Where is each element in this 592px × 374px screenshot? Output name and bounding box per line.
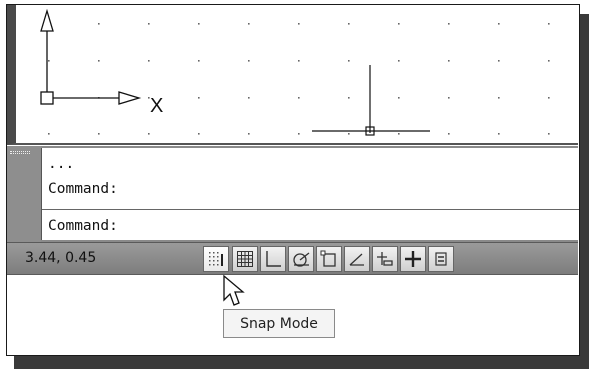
grid-dot (498, 60, 500, 62)
grid-dot (548, 23, 550, 25)
grid-dot (448, 97, 450, 99)
dynamic-input-button[interactable] (400, 246, 426, 272)
snap-mode-icon (209, 252, 223, 266)
grid-dot (348, 133, 350, 135)
grid-dot (148, 60, 150, 62)
grid-dot (548, 97, 550, 99)
grid-dot (448, 133, 450, 135)
grid-dot (298, 23, 300, 25)
coordinate-display[interactable]: 3.44, 0.45 (25, 250, 96, 266)
grid-dot (248, 60, 250, 62)
grid-dot (398, 133, 400, 135)
command-history-line: ... (48, 156, 75, 172)
grid-dot (198, 23, 200, 25)
grid-dot (148, 23, 150, 25)
object-snap-button[interactable] (316, 246, 342, 272)
grid-dot (348, 97, 350, 99)
grid-display-button[interactable] (232, 246, 258, 272)
grid-display-icon (237, 251, 253, 267)
polar-tracking-icon (293, 252, 310, 267)
drawing-svg: X (40, 8, 550, 136)
grid-dot (48, 60, 50, 62)
grid-dot (398, 23, 400, 25)
grid-dot (198, 97, 200, 99)
dynamic-input-icon (405, 251, 421, 267)
status-bar: 3.44, 0.45 (7, 242, 578, 275)
grid-dot (98, 133, 100, 135)
grid-dot (398, 97, 400, 99)
grid-dot (448, 23, 450, 25)
grid-dot (148, 133, 150, 135)
grid-dot (248, 23, 250, 25)
crosshair-cursor (312, 65, 430, 136)
dynamic-ucs-icon (377, 252, 393, 266)
command-prompt[interactable]: Command: (48, 218, 118, 234)
snap-mode-button[interactable] (203, 246, 229, 272)
grid-dot (198, 60, 200, 62)
grid-dots (48, 23, 550, 135)
grid-dot (498, 23, 500, 25)
ucs-icon (40, 8, 142, 105)
ortho-mode-icon (266, 251, 281, 267)
drawing-area[interactable]: X (7, 5, 578, 145)
command-history[interactable]: ... Command: Command: (41, 148, 579, 240)
grid-dot (498, 97, 500, 99)
object-snap-tracking-icon (349, 253, 364, 266)
mouse-pointer-icon (223, 274, 245, 306)
grid-dot (198, 133, 200, 135)
grid-dot (298, 60, 300, 62)
grid-dot (248, 97, 250, 99)
lineweight-button[interactable] (428, 246, 454, 272)
command-separator (42, 209, 579, 210)
polar-tracking-button[interactable] (288, 246, 314, 272)
grid-dot (448, 60, 450, 62)
grid-dot (98, 60, 100, 62)
lineweight-icon (435, 252, 447, 266)
grid-dot (498, 133, 500, 135)
grid-dot (298, 97, 300, 99)
object-snap-tracking-button[interactable] (344, 246, 370, 272)
autocad-window: X ... Command: Command: 3.44, 0.45 (6, 4, 580, 356)
grid-dot (248, 133, 250, 135)
x-axis-label: X (150, 95, 163, 117)
ortho-mode-button[interactable] (260, 246, 286, 272)
dynamic-ucs-button[interactable] (372, 246, 398, 272)
grid-dot (548, 133, 550, 135)
command-window-grip[interactable] (7, 146, 41, 242)
grid-dot (348, 60, 350, 62)
command-window: ... Command: Command: (7, 146, 579, 242)
snap-mode-tooltip: Snap Mode (223, 309, 335, 338)
grid-dot (548, 60, 550, 62)
command-history-line: Command: (48, 181, 118, 197)
grid-dot (48, 133, 50, 135)
grid-dot (298, 133, 300, 135)
grid-dot (398, 60, 400, 62)
object-snap-icon (320, 250, 336, 267)
grid-dot (348, 23, 350, 25)
grid-dot (98, 23, 100, 25)
